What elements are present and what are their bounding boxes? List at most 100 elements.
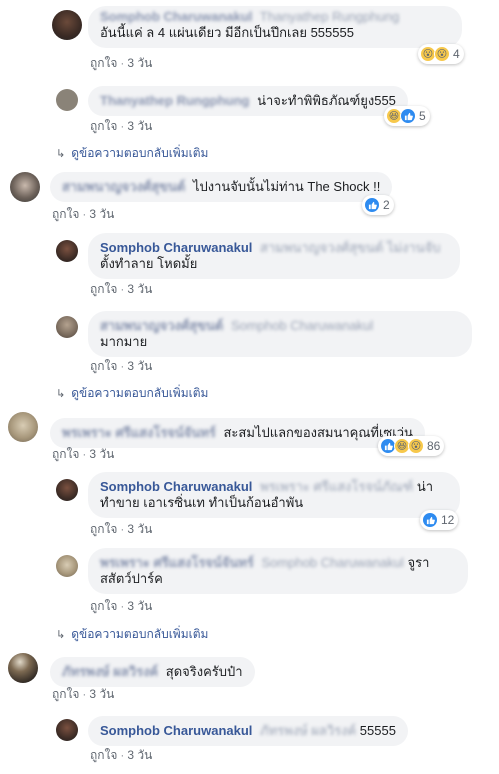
like-icon	[422, 512, 438, 528]
reply-arrow-icon: ↳	[56, 629, 66, 641]
comment-bubble: พรเพราะ ศรีแสงโรจน์จันทร์ Somphob Charuw…	[88, 548, 468, 594]
tagged-user[interactable]: Somphob Charuwanakul	[231, 318, 373, 333]
comment-actions: ถูกใจ · 3 วัน	[90, 748, 153, 762]
like-link[interactable]: ถูกใจ	[52, 447, 79, 461]
tagged-user[interactable]: ภัทรพงษ์ ผลวิรงค์	[260, 723, 356, 738]
more-replies-label[interactable]: ดูข้อความตอบกลับเพิ่มเติม	[71, 627, 208, 641]
avatar[interactable]	[56, 89, 78, 111]
timestamp[interactable]: 3 วัน	[127, 282, 152, 296]
timestamp[interactable]: 3 วัน	[127, 748, 152, 762]
avatar[interactable]	[56, 555, 78, 577]
comment-author[interactable]: Thanyathep Rungphung	[100, 93, 249, 108]
avatar[interactable]	[56, 316, 78, 338]
timestamp[interactable]: 3 วัน	[127, 522, 152, 536]
like-link[interactable]: ถูกใจ	[90, 359, 117, 373]
like-icon	[400, 108, 416, 124]
avatar[interactable]	[52, 10, 82, 40]
like-link[interactable]: ถูกใจ	[90, 282, 117, 296]
comment-text: ตั้งทำลาย โหดมั้ย	[100, 256, 198, 271]
avatar[interactable]	[56, 719, 78, 741]
reaction-summary[interactable]: 😆 😮 86	[378, 436, 445, 456]
like-link[interactable]: ถูกใจ	[52, 687, 79, 701]
like-link[interactable]: ถูกใจ	[90, 119, 117, 133]
comment-actions: ถูกใจ · 3 วัน	[52, 687, 115, 701]
comment-actions: ถูกใจ · 3 วัน	[90, 359, 153, 373]
wow-icon: 😮	[408, 438, 424, 454]
comment-bubble: Thanyathep Rungphung น่าจะทำพิพิธภัณฑ์ยู…	[88, 86, 408, 116]
timestamp[interactable]: 3 วัน	[127, 56, 152, 70]
comment-author[interactable]: Somphob Charuwanakul	[100, 479, 252, 494]
comment-author[interactable]: Somphob Charuwanakul	[100, 240, 252, 255]
reaction-summary[interactable]: 😆 5	[384, 106, 430, 126]
comment-text-lead: จูรา	[407, 555, 430, 570]
comment-author[interactable]: พรเพราะ ศรีแสงโรจน์จันทร์	[62, 425, 216, 440]
timestamp[interactable]: 3 วัน	[89, 207, 114, 221]
comment-bubble: Somphob Charuwanakul Thanyathep Rungphun…	[88, 6, 462, 48]
more-replies-label[interactable]: ดูข้อความตอบกลับเพิ่มเติม	[71, 386, 208, 400]
tagged-user[interactable]: พรเพราะ ศรีแสงโรจน์ภัณฑ์	[260, 479, 413, 494]
comment-text-lead: น่า	[416, 479, 434, 494]
reply-arrow-icon: ↳	[56, 388, 66, 400]
tagged-user[interactable]: สามพนาญจวงศ์สุขนต์ ไม่งานจับ	[260, 240, 440, 255]
timestamp[interactable]: 3 วัน	[89, 687, 114, 701]
comment-bubble: Somphob Charuwanakul พรเพราะ ศรีแสงโรจน์…	[88, 472, 460, 518]
comment-author[interactable]: สามพนาญจวงศ์สุขนต์	[62, 179, 185, 194]
comment-author[interactable]: Somphob Charuwanakul	[100, 9, 252, 24]
avatar[interactable]	[56, 479, 78, 501]
comment-bubble: Somphob Charuwanakul ภัทรพงษ์ ผลวิรงค์ 5…	[88, 716, 408, 746]
comment-text: ไปงานจับนั้นไม่ท่าน The Shock !!	[192, 179, 381, 194]
avatar[interactable]	[8, 412, 38, 442]
timestamp[interactable]: 3 วัน	[127, 119, 152, 133]
comment-text: สสัตว์ปาร์ค	[100, 571, 163, 586]
comment-bubble: Somphob Charuwanakul สามพนาญจวงศ์สุขนต์ …	[88, 233, 460, 279]
tagged-user[interactable]: Somphob Charuwanakul	[262, 555, 404, 570]
like-link[interactable]: ถูกใจ	[90, 748, 117, 762]
view-more-replies[interactable]: ↳ ดูข้อความตอบกลับเพิ่มเติม	[56, 627, 208, 642]
reaction-summary[interactable]: 😮 😮 4	[418, 44, 464, 64]
comment-text: อันนี้แค่ ล 4 แผ่นเดียว มีอีกเป็นปึกเลย …	[100, 25, 354, 40]
comment-actions: ถูกใจ · 3 วัน	[52, 447, 115, 461]
view-more-replies[interactable]: ↳ ดูข้อความตอบกลับเพิ่มเติม	[56, 146, 208, 161]
reaction-count: 12	[441, 513, 455, 527]
comment-actions: ถูกใจ · 3 วัน	[90, 119, 153, 133]
comment-author[interactable]: สามพนาญจวงศ์สุขนต์	[100, 318, 223, 333]
comment-author[interactable]: ภัทรพงษ์ ผลวิรงค์	[62, 664, 158, 679]
comment-actions: ถูกใจ · 3 วัน	[52, 207, 115, 221]
comment-bubble: สามพนาญจวงศ์สุขนต์ Somphob Charuwanakul …	[88, 311, 472, 357]
timestamp[interactable]: 3 วัน	[127, 359, 152, 373]
like-icon	[364, 197, 380, 213]
comment-actions: ถูกใจ · 3 วัน	[90, 282, 153, 296]
avatar[interactable]	[10, 172, 40, 202]
timestamp[interactable]: 3 วัน	[89, 447, 114, 461]
like-link[interactable]: ถูกใจ	[90, 599, 117, 613]
comment-bubble: ภัทรพงษ์ ผลวิรงค์ สุดจริงครับป๋า	[50, 657, 255, 687]
comment-text: สุดจริงครับป๋า	[165, 664, 243, 679]
reaction-count: 86	[427, 439, 441, 453]
comment-author[interactable]: พรเพราะ ศรีแสงโรจน์จันทร์	[100, 555, 254, 570]
reply-arrow-icon: ↳	[56, 148, 66, 160]
comment-bubble: สามพนาญจวงศ์สุขนต์ ไปงานจับนั้นไม่ท่าน T…	[50, 172, 393, 202]
comment-text: 55555	[359, 723, 396, 738]
like-link[interactable]: ถูกใจ	[52, 207, 79, 221]
comment-text: ทำขาย เอาเรซิ่นเท ทำเป็นก้อนอำพัน	[100, 495, 304, 510]
comment-author[interactable]: Somphob Charuwanakul	[100, 723, 252, 738]
comment-actions: ถูกใจ · 3 วัน	[90, 522, 153, 536]
comment-text: น่าจะทำพิพิธภัณฑ์ยูง555	[257, 93, 396, 108]
reaction-summary[interactable]: 12	[420, 510, 459, 530]
more-replies-label[interactable]: ดูข้อความตอบกลับเพิ่มเติม	[71, 146, 208, 160]
avatar[interactable]	[8, 653, 38, 683]
comment-actions: ถูกใจ · 3 วัน	[90, 56, 153, 70]
avatar[interactable]	[56, 240, 78, 262]
reaction-summary[interactable]: 2	[362, 195, 394, 215]
wow-icon: 😮	[434, 46, 450, 62]
comment-actions: ถูกใจ · 3 วัน	[90, 599, 153, 613]
view-more-replies[interactable]: ↳ ดูข้อความตอบกลับเพิ่มเติม	[56, 386, 208, 401]
reaction-count: 4	[453, 47, 460, 61]
reaction-count: 2	[383, 198, 390, 212]
timestamp[interactable]: 3 วัน	[127, 599, 152, 613]
tagged-user[interactable]: Thanyathep Rungphung	[260, 9, 400, 24]
like-link[interactable]: ถูกใจ	[90, 56, 117, 70]
like-link[interactable]: ถูกใจ	[90, 522, 117, 536]
comment-bubble: พรเพราะ ศรีแสงโรจน์จันทร์ สะสมไปแลกของสม…	[50, 418, 425, 448]
reaction-count: 5	[419, 109, 426, 123]
